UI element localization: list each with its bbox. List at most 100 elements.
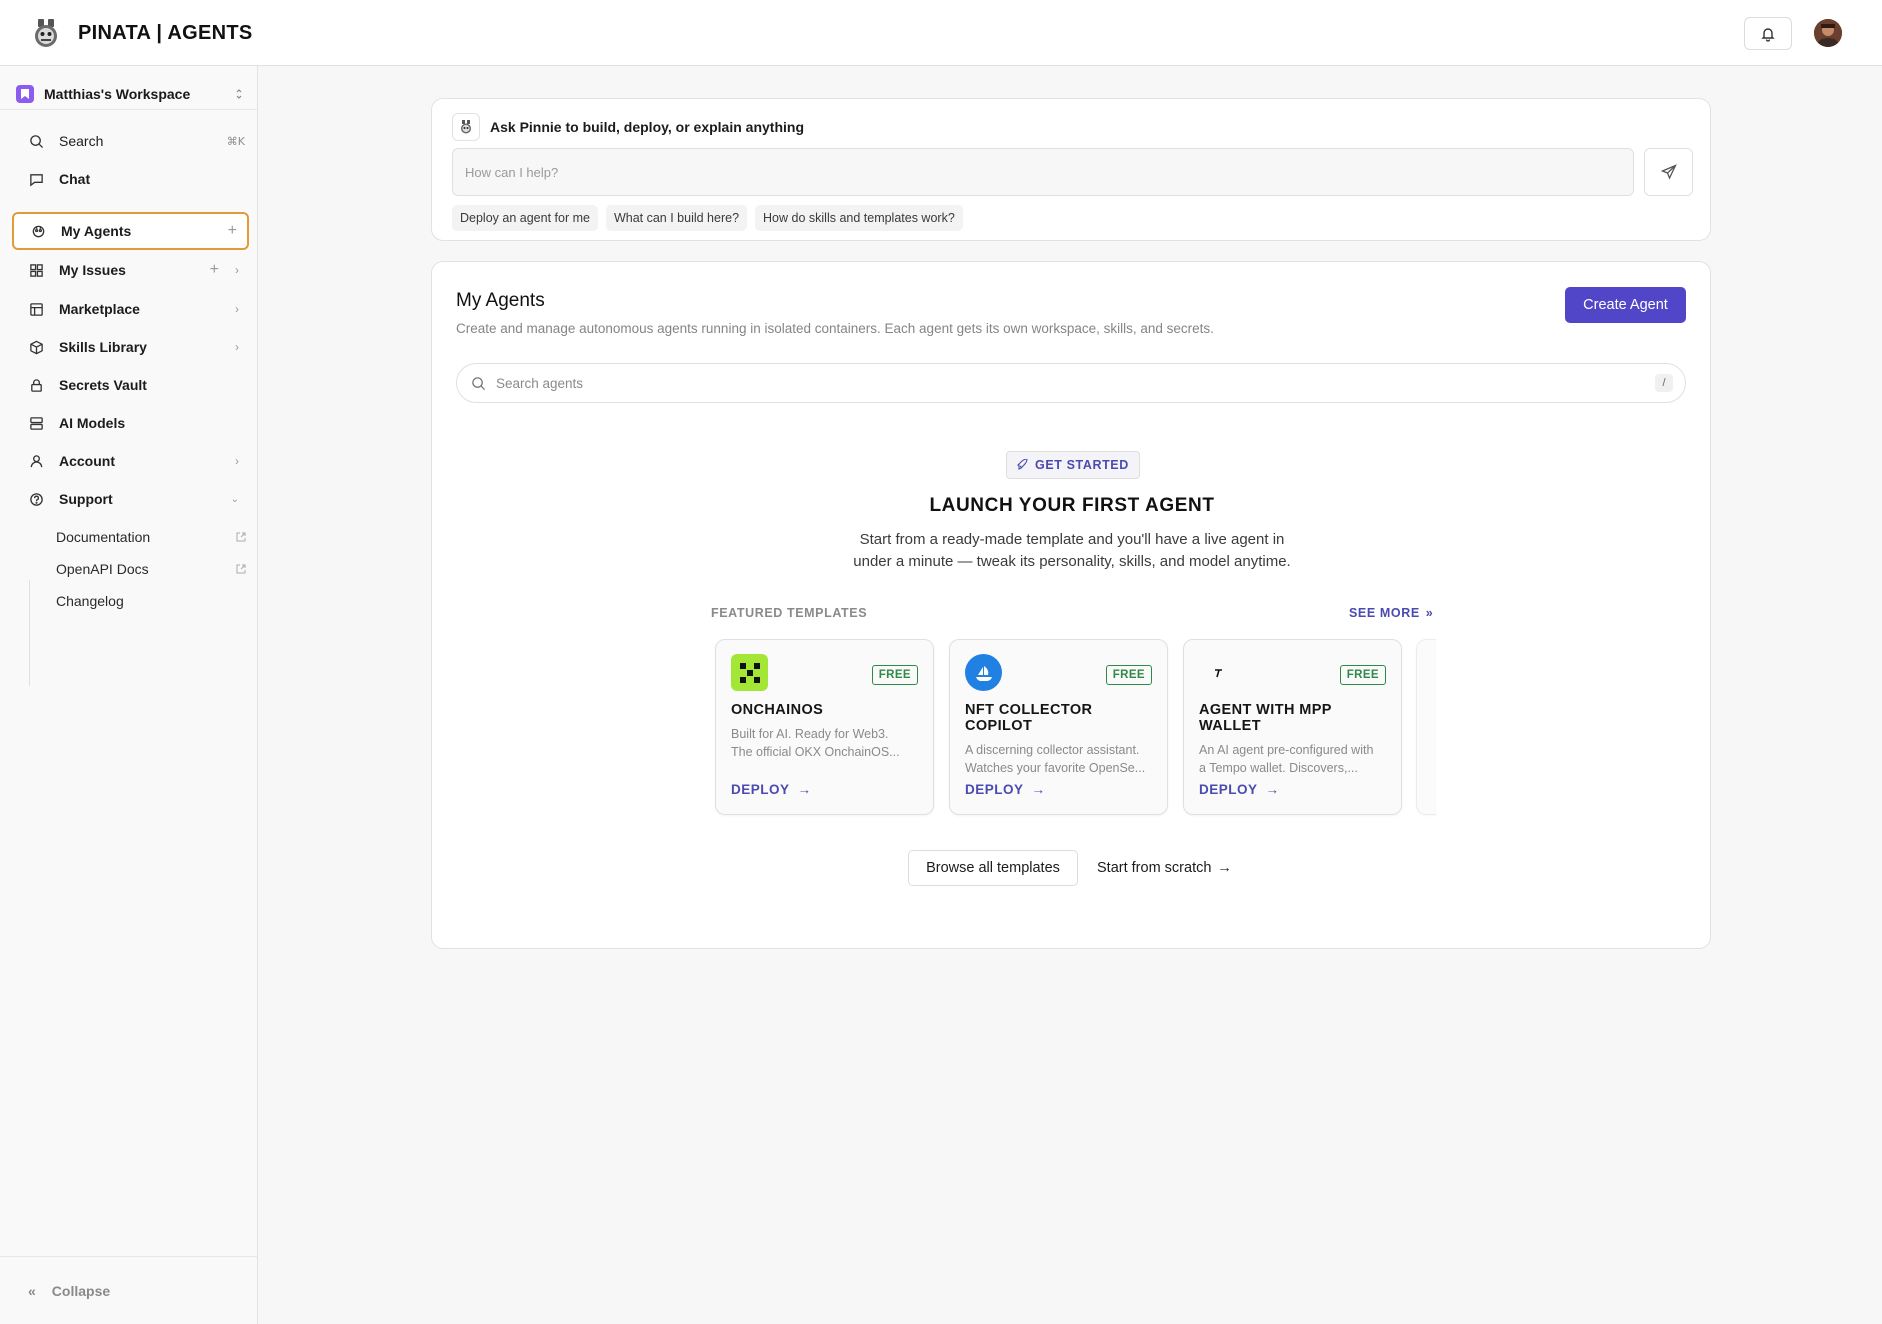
create-agent-button[interactable]: Create Agent (1565, 287, 1686, 323)
price-badge: FREE (1105, 665, 1152, 685)
launch-description-line: under a minute — tweak its personality, … (853, 553, 1291, 570)
browse-all-templates-button[interactable]: Browse all templates (908, 850, 1078, 886)
rocket-icon (1017, 459, 1028, 470)
sidebar-item-account[interactable]: Account › (12, 443, 249, 479)
sidebar: Matthias's Workspace Search ⌘K Chat My A… (0, 66, 258, 1324)
agent-icon (30, 223, 46, 239)
ask-title: Ask Pinnie to build, deploy, or explain … (490, 119, 804, 135)
deploy-label: DEPLOY (731, 782, 790, 797)
support-link-openapi-docs[interactable]: OpenAPI Docs (56, 555, 246, 583)
sidebar-item-label: Search (59, 133, 104, 149)
template-card-agent-with-mpp-wallet[interactable]: FREE AGENT WITH MPP WALLET An AI agent p… (1183, 639, 1402, 815)
template-description: a Tempo wallet. Discovers,... (1199, 761, 1358, 775)
marketplace-icon (28, 301, 44, 317)
launch-description-line: Start from a ready-made template and you… (859, 531, 1285, 548)
plus-icon[interactable]: + (228, 222, 237, 240)
tempo-logo-icon (1199, 654, 1236, 691)
get-started-label: GET STARTED (1035, 458, 1129, 472)
brand-title: PINATA | AGENTS (78, 21, 253, 44)
support-link-documentation[interactable]: Documentation (56, 523, 246, 551)
template-card-onchainos[interactable]: FREE ONCHAINOS Built for AI. Ready for W… (715, 639, 934, 815)
sidebar-item-my-agents[interactable]: My Agents + (12, 212, 249, 250)
template-name: AGENT WITH MPP WALLET (1199, 702, 1332, 734)
sidebar-item-label: AI Models (59, 415, 126, 431)
deploy-button[interactable]: DEPLOY → (965, 782, 1046, 797)
sidebar-item-label: Chat (59, 171, 91, 187)
ask-input[interactable] (452, 148, 1634, 196)
sidebar-item-search[interactable]: Search ⌘K (12, 123, 249, 159)
template-description: A discerning collector assistant. (965, 743, 1140, 757)
pinata-logo-icon (35, 19, 57, 47)
search-agents-input[interactable] (496, 375, 1655, 391)
featured-templates-label: FEATURED TEMPLATES (711, 606, 868, 620)
sidebar-item-label: Account (59, 453, 115, 469)
sidebar-item-label: Skills Library (59, 339, 147, 355)
sidebar-item-secrets-vault[interactable]: Secrets Vault (12, 367, 249, 403)
chevron-down-icon: ⌄ (230, 493, 239, 505)
sidebar-item-chat[interactable]: Chat (12, 161, 249, 197)
my-agents-panel: My Agents Create and manage autonomous a… (431, 261, 1711, 949)
search-icon (28, 133, 44, 149)
help-icon (28, 491, 44, 507)
deploy-button[interactable]: DEPLOY → (731, 782, 812, 797)
support-link-label: Documentation (56, 529, 151, 545)
brand-logo[interactable]: PINATA | AGENTS (28, 16, 253, 50)
sidebar-item-label: Secrets Vault (59, 377, 147, 393)
grid-icon (28, 262, 44, 278)
price-badge: FREE (871, 665, 918, 685)
arrow-right-icon: → (1031, 782, 1046, 797)
workspace-icon (16, 85, 34, 103)
deploy-label: DEPLOY (965, 782, 1024, 797)
see-more-link[interactable]: SEE MORE » (1349, 606, 1433, 620)
plus-icon[interactable]: + (210, 261, 219, 279)
sidebar-item-label: Support (59, 491, 113, 507)
launch-title: LAUNCH YOUR FIRST AGENT (929, 495, 1215, 516)
box-icon (28, 339, 44, 355)
top-bar: PINATA | AGENTS (0, 0, 1882, 66)
deploy-button[interactable]: DEPLOY → (1199, 782, 1280, 797)
send-button[interactable] (1644, 148, 1693, 196)
sidebar-item-my-issues[interactable]: My Issues + › (12, 252, 249, 288)
chevron-right-icon: › (235, 263, 239, 277)
user-icon (28, 453, 44, 469)
launch-description: Start from a ready-made template and you… (852, 529, 1292, 573)
support-link-changelog[interactable]: Changelog (56, 587, 246, 615)
search-agents-field[interactable]: / (456, 363, 1686, 403)
suggestion-chip[interactable]: How do skills and templates work? (755, 205, 963, 231)
deploy-label: DEPLOY (1199, 782, 1258, 797)
sidebar-item-label: My Issues (59, 262, 126, 278)
shortcut-hint: / (1655, 374, 1673, 392)
collapse-label: Collapse (51, 1282, 111, 1299)
user-avatar[interactable] (1814, 19, 1842, 47)
okx-logo-icon (731, 654, 768, 691)
template-description: The official OKX OnchainOS... (731, 745, 900, 759)
template-name: NFT COLLECTOR COPILOT (965, 702, 1093, 734)
divider (0, 109, 258, 110)
start-from-scratch-link[interactable]: Start from scratch → (1097, 850, 1232, 886)
notifications-button[interactable] (1744, 17, 1792, 50)
chevron-right-icon: › (235, 454, 239, 468)
sidebar-item-support[interactable]: Support ⌄ (12, 481, 249, 517)
sidebar-item-ai-models[interactable]: AI Models (12, 405, 249, 441)
template-card-partial[interactable] (1416, 639, 1436, 815)
support-link-label: Changelog (56, 593, 124, 609)
arrow-right-icon: → (797, 782, 812, 797)
ask-pinnie-panel: Ask Pinnie to build, deploy, or explain … (431, 98, 1711, 241)
see-more-label: SEE MORE (1349, 606, 1420, 620)
template-description: Built for AI. Ready for Web3. (731, 727, 889, 741)
chevron-updown-icon (236, 89, 242, 99)
shortcut-hint: ⌘K (226, 134, 245, 148)
support-tree-line (29, 580, 30, 686)
suggestion-chip[interactable]: Deploy an agent for me (452, 205, 598, 231)
sidebar-item-skills-library[interactable]: Skills Library › (12, 329, 249, 365)
support-link-label: OpenAPI Docs (56, 561, 149, 577)
suggestion-chip[interactable]: What can I build here? (605, 205, 748, 231)
workspace-switcher[interactable]: Matthias's Workspace (16, 80, 244, 108)
chevron-right-icon: › (235, 302, 239, 316)
external-link-icon (236, 532, 246, 542)
collapse-button[interactable]: « Collapse (0, 1256, 258, 1324)
arrow-right-icon: → (1265, 782, 1280, 797)
price-badge: FREE (1339, 665, 1386, 685)
template-card-nft-collector-copilot[interactable]: FREE NFT COLLECTOR COPILOT A discerning … (949, 639, 1168, 815)
sidebar-item-marketplace[interactable]: Marketplace › (12, 291, 249, 327)
